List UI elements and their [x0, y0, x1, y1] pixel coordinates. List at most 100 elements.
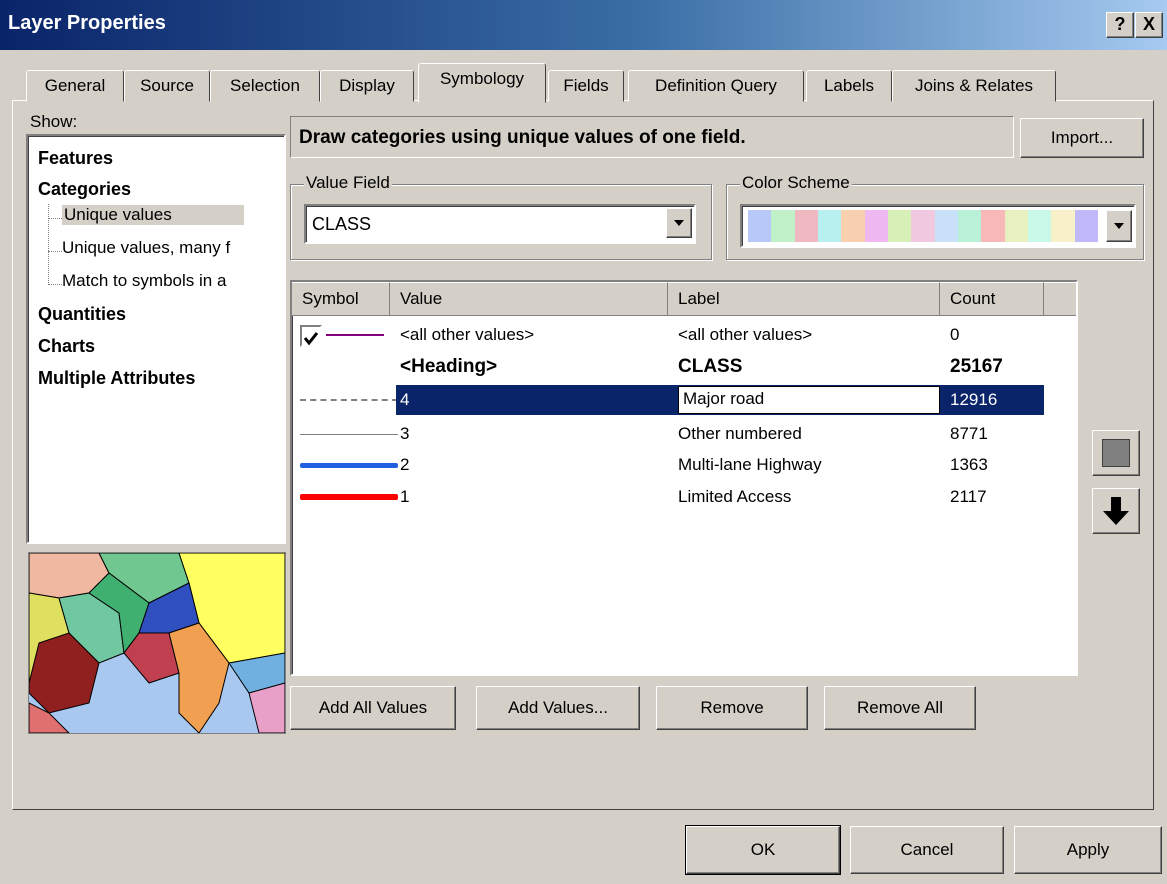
tab-selection[interactable]: Selection	[210, 70, 320, 102]
cell-value: 2	[400, 455, 410, 474]
cell-count: 8771	[950, 424, 988, 443]
tab-source[interactable]: Source	[124, 70, 210, 102]
move-down-button[interactable]	[1092, 488, 1140, 534]
cell-count: 25167	[950, 356, 1003, 377]
symbol-table: Symbol Value Label Count <all other valu…	[290, 280, 1078, 676]
tree-item-quantities[interactable]: Quantities	[38, 304, 126, 325]
value-field-label: Value Field	[304, 173, 392, 193]
dropdown-arrow-button[interactable]	[666, 208, 692, 238]
tree-item-multiple-attributes[interactable]: Multiple Attributes	[38, 368, 195, 389]
cell-value: 3	[400, 424, 410, 443]
cell-count: 2117	[950, 487, 987, 506]
tab-general[interactable]: General	[26, 70, 124, 102]
color-swatch	[1074, 210, 1098, 242]
tree-item-features[interactable]: Features	[38, 148, 113, 169]
color-swatch	[841, 210, 865, 242]
table-row[interactable]: 3 Other numbered 8771	[292, 419, 1044, 449]
color-scheme-label: Color Scheme	[740, 173, 852, 193]
color-swatch	[1004, 210, 1028, 242]
column-header-filler	[1044, 282, 1076, 316]
map-image	[29, 553, 285, 733]
column-header-value[interactable]: Value	[390, 282, 668, 316]
cell-label: Limited Access	[678, 487, 792, 506]
cell-count: 12916	[950, 390, 998, 409]
cell-label: Other numbered	[678, 424, 802, 443]
description-text: Draw categories using unique values of o…	[299, 127, 746, 148]
cell-value: <Heading>	[400, 356, 498, 377]
color-swatch	[887, 210, 912, 242]
checkmark-icon	[303, 332, 319, 346]
column-header-label[interactable]: Label	[668, 282, 940, 316]
tree-item-unique-values-many[interactable]: Unique values, many f	[62, 238, 282, 258]
square-icon	[1102, 439, 1130, 467]
color-swatch	[748, 210, 772, 242]
cell-count: 1363	[950, 455, 988, 474]
cell-label: <all other values>	[678, 325, 813, 344]
cell-value: 1	[400, 487, 410, 506]
tab-fields[interactable]: Fields	[548, 70, 624, 102]
symbol-line	[326, 334, 384, 336]
color-swatch	[981, 210, 1005, 242]
tree-connector	[48, 218, 62, 219]
column-header-symbol[interactable]: Symbol	[292, 282, 390, 316]
cancel-button[interactable]: Cancel	[850, 826, 1004, 874]
show-tree: Features Categories Unique values Unique…	[26, 134, 286, 544]
help-button[interactable]: ?	[1106, 12, 1134, 38]
tree-connector	[48, 251, 62, 252]
color-swatch	[934, 210, 958, 242]
tab-definition-query[interactable]: Definition Query	[628, 70, 804, 102]
show-label: Show:	[30, 112, 78, 131]
color-ramp	[748, 210, 1098, 242]
color-swatch	[864, 210, 888, 242]
table-row[interactable]: <all other values> <all other values> 0	[292, 320, 1044, 350]
cell-label: Major road	[683, 389, 765, 408]
tab-labels[interactable]: Labels	[806, 70, 892, 102]
apply-button[interactable]: Apply	[1014, 826, 1162, 874]
value-field-value: CLASS	[312, 214, 372, 234]
tree-item-charts[interactable]: Charts	[38, 336, 95, 357]
close-button[interactable]: X	[1135, 12, 1163, 38]
symbol-line	[300, 463, 398, 468]
symbol-line	[300, 494, 398, 500]
cell-count: 0	[950, 325, 960, 344]
move-up-button[interactable]	[1092, 430, 1140, 476]
tab-display[interactable]: Display	[320, 70, 414, 102]
symbol-line	[300, 434, 398, 435]
all-other-values-checkbox[interactable]	[300, 325, 322, 347]
column-header-count[interactable]: Count	[940, 282, 1044, 316]
color-swatch	[1051, 210, 1075, 242]
table-row[interactable]: 1 Limited Access 2117	[292, 482, 1044, 512]
tree-item-match-to-symbols[interactable]: Match to symbols in a	[62, 271, 282, 291]
color-swatch	[817, 210, 842, 242]
tree-item-unique-values[interactable]: Unique values	[62, 205, 244, 225]
color-swatch	[771, 210, 795, 242]
table-row-selected[interactable]: 4 Major road 12916	[292, 385, 1044, 415]
color-scheme-dropdown[interactable]	[740, 204, 1136, 248]
cell-label: CLASS	[678, 356, 743, 377]
tab-symbology[interactable]: Symbology	[418, 63, 546, 103]
cell-value: 4	[400, 390, 410, 409]
ok-button[interactable]: OK	[685, 825, 841, 875]
window-title: Layer Properties	[8, 12, 166, 34]
tree-connector	[48, 204, 49, 285]
add-values-button[interactable]: Add Values...	[476, 686, 640, 730]
chevron-down-icon	[1114, 223, 1124, 229]
color-dropdown-arrow-button[interactable]	[1106, 210, 1132, 242]
value-field-dropdown[interactable]: CLASS	[304, 204, 696, 244]
color-swatch	[911, 210, 935, 242]
cell-label: Multi-lane Highway	[678, 455, 822, 474]
color-swatch	[1027, 210, 1052, 242]
tree-item-categories[interactable]: Categories	[38, 179, 131, 200]
down-arrow-icon	[1103, 497, 1129, 525]
table-row[interactable]: 2 Multi-lane Highway 1363	[292, 450, 1044, 480]
add-all-values-button[interactable]: Add All Values	[290, 686, 456, 730]
remove-button[interactable]: Remove	[656, 686, 808, 730]
table-row-heading[interactable]: <Heading> CLASS 25167	[292, 352, 1044, 382]
map-preview	[28, 552, 286, 734]
color-swatch	[794, 210, 818, 242]
tab-joins-relates[interactable]: Joins & Relates	[892, 70, 1056, 102]
tree-connector	[48, 284, 62, 285]
remove-all-button[interactable]: Remove All	[824, 686, 976, 730]
import-button[interactable]: Import...	[1020, 118, 1144, 158]
label-edit-field[interactable]: Major road	[678, 386, 940, 414]
